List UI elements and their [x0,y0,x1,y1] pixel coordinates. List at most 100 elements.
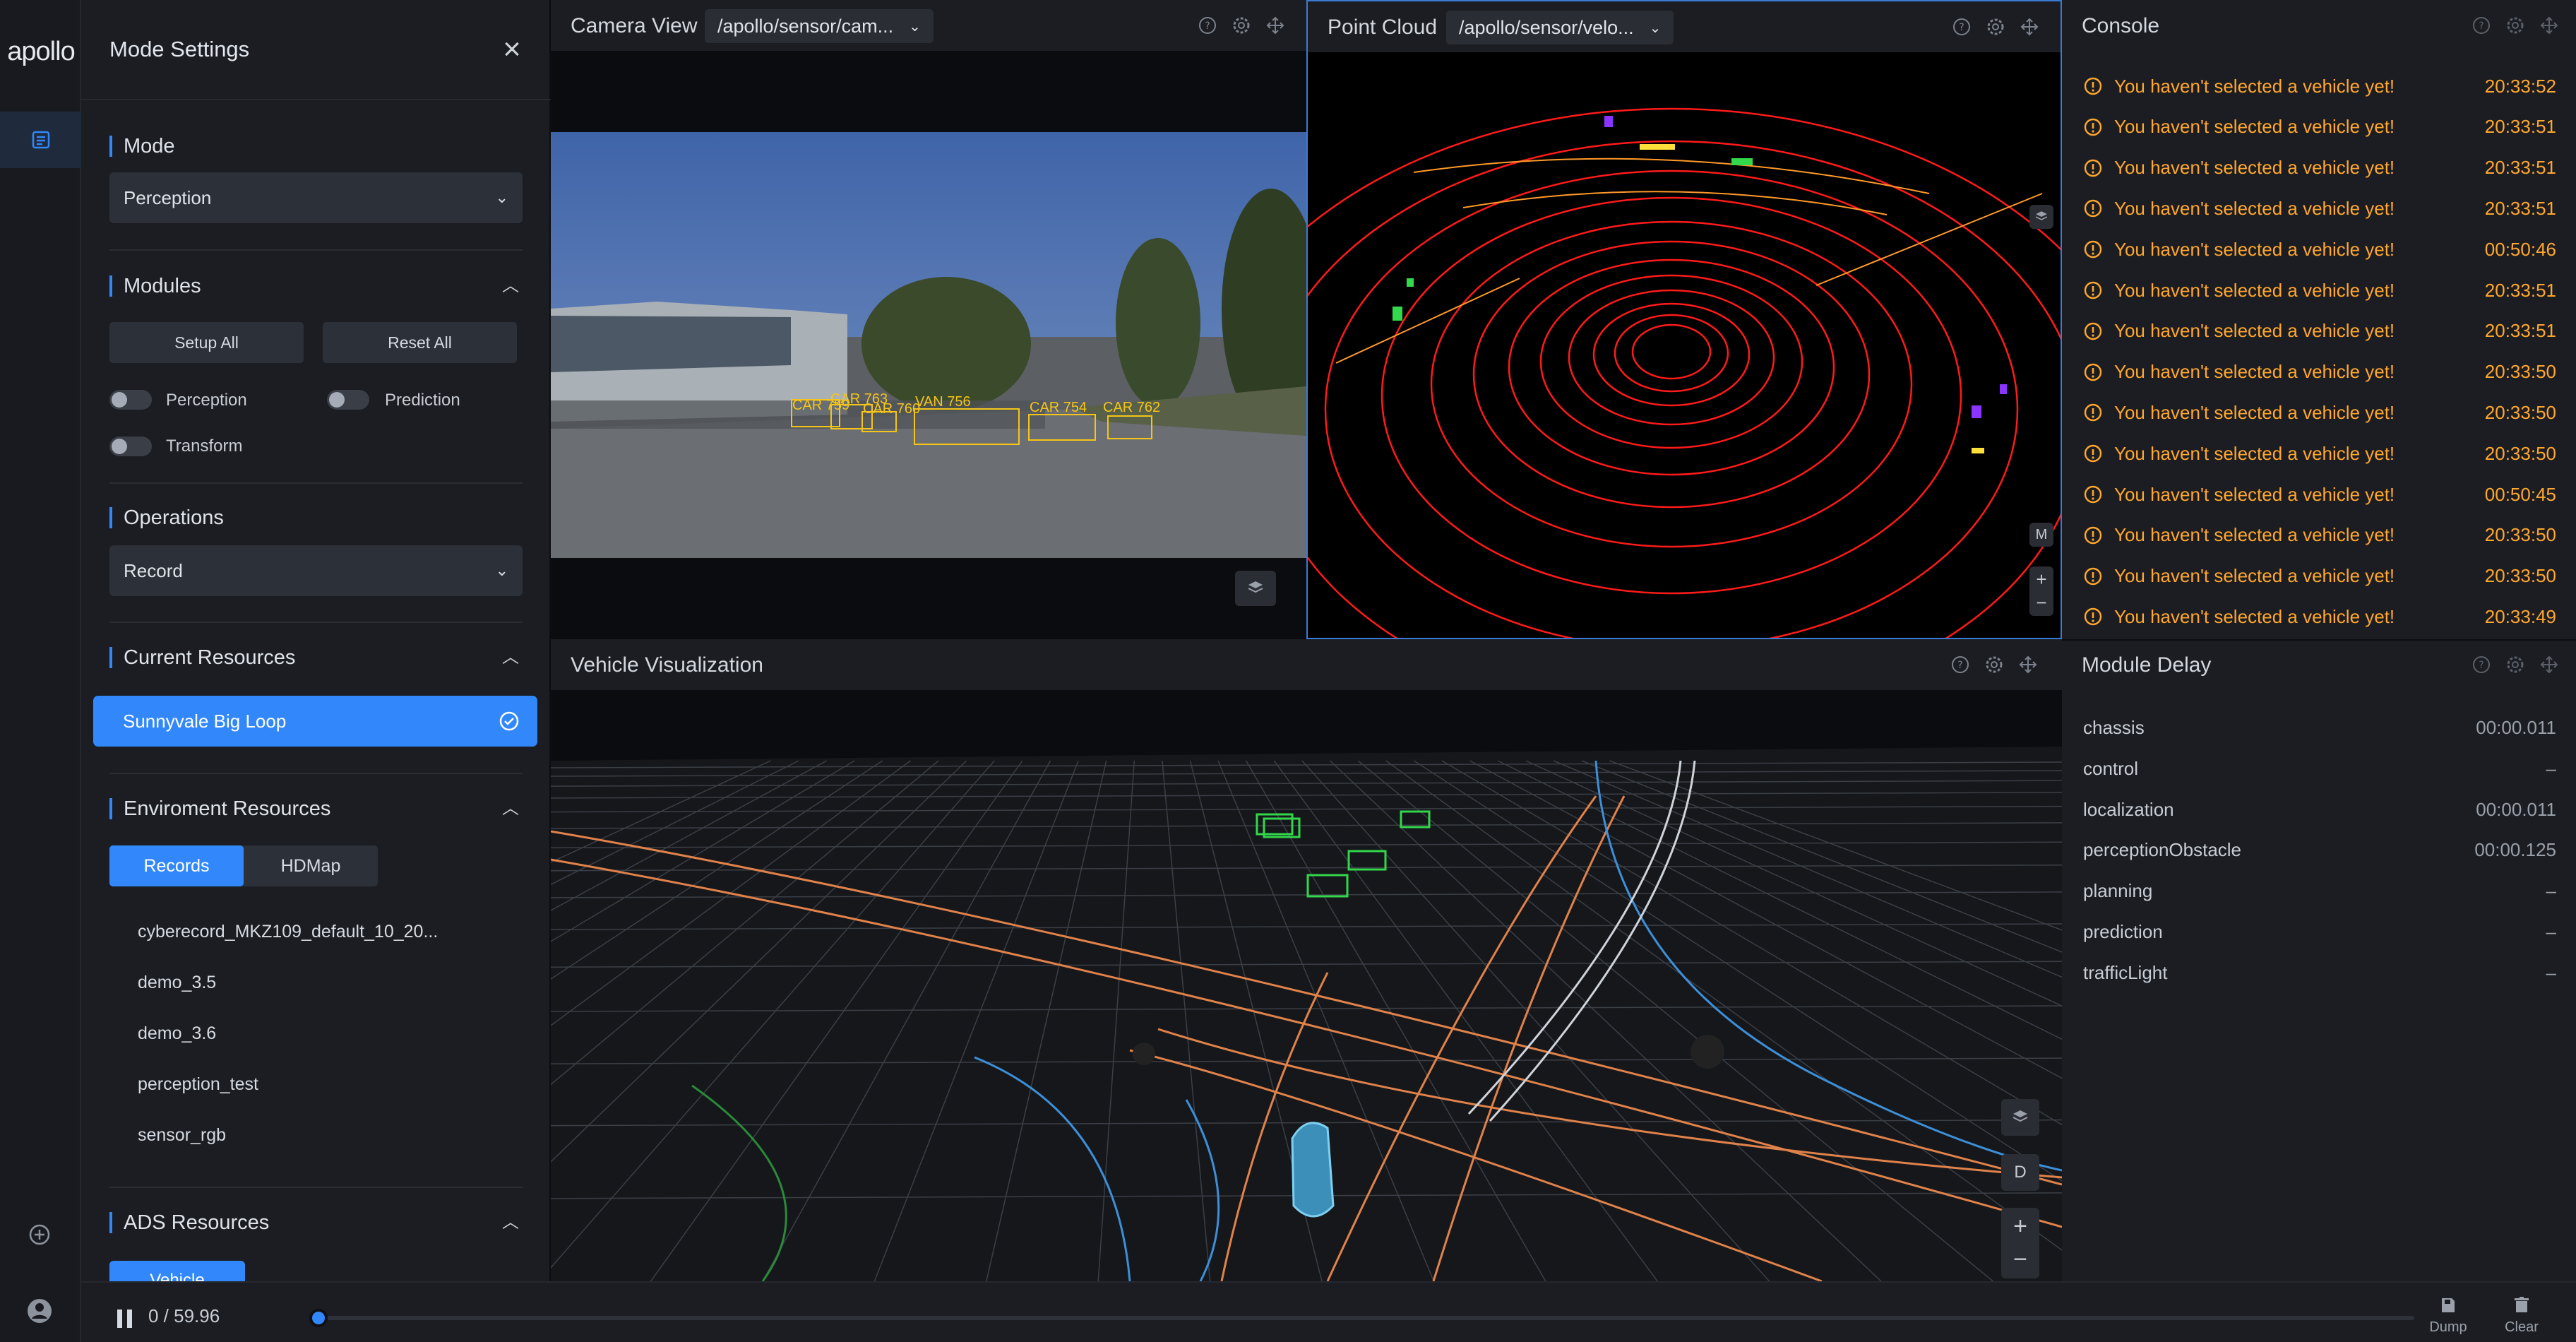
gear-icon[interactable] [1986,17,2005,37]
drag-icon[interactable] [2539,655,2559,675]
record-item[interactable]: demo_3.5 [138,973,216,993]
svg-text:?: ? [1959,22,1964,33]
detection-label: CAR 754 [1030,400,1087,415]
record-item[interactable]: sensor_rgb [138,1125,226,1146]
pause-icon[interactable] [115,1308,135,1329]
module-name: planning [2083,880,2153,902]
transform-toggle-label: Transform [166,437,243,456]
vehicle-viz-header-icons: ? [1950,655,2038,675]
trash-icon [2515,1297,2529,1312]
camera-view-header: Camera View /apollo/sensor/cam... ⌄ ? [551,0,1306,51]
help-icon[interactable]: ? [1950,655,1970,675]
detection-box [1107,415,1152,439]
log-message: You haven't selected a vehicle yet! [2114,197,2395,219]
help-icon[interactable]: ? [1198,16,1217,35]
console-log-row: You haven't selected a vehicle yet! 20:33… [2083,72,2556,100]
help-icon[interactable]: ? [2471,16,2491,35]
log-timestamp: 20:33:49 [2484,605,2556,627]
warning-icon [2084,159,2102,177]
log-timestamp: 20:33:51 [2484,197,2556,219]
module-delay-value: 00:00.011 [2476,798,2556,820]
camera-header-icons: ? [1198,16,1285,35]
gear-icon[interactable] [1984,655,2004,675]
record-item[interactable]: perception_test [138,1074,258,1095]
record-item[interactable]: cyberecord_MKZ109_default_10_20... [138,922,438,942]
perception-toggle[interactable] [109,390,152,410]
point-cloud-header: Point Cloud /apollo/sensor/velo... ⌄ ? [1308,1,2061,52]
transform-toggle[interactable] [109,437,152,456]
svg-text:?: ? [2479,20,2483,32]
tab-hdmap[interactable]: HDMap [244,845,378,886]
layer-icon[interactable] [1235,571,1276,606]
gear-icon[interactable] [1232,16,1251,35]
warning-icon [2084,567,2102,585]
drag-icon[interactable] [2018,655,2038,675]
drag-icon[interactable] [2539,16,2559,35]
divider [109,1187,523,1188]
module-delay-value: – [2546,757,2556,779]
gear-icon[interactable] [2505,16,2525,35]
help-icon[interactable]: ? [1952,17,1972,37]
log-message: You haven't selected a vehicle yet! [2114,116,2395,138]
drag-icon[interactable] [2020,17,2039,37]
add-panel-icon[interactable] [24,1219,55,1250]
progress-slider[interactable] [317,1316,2414,1320]
module-delay-row: chassis 00:00.011 [2083,717,2556,739]
mode-section-title: Mode [109,136,175,157]
log-timestamp: 20:33:51 [2484,157,2556,179]
module-name: perceptionObstacle [2083,839,2242,861]
warning-icon [2084,200,2102,218]
console-log-row: You haven't selected a vehicle yet! 00:50… [2083,235,2556,263]
camera-view-title: Camera View [571,14,698,37]
clear-button[interactable]: Clear [2500,1295,2543,1336]
chevron-down-icon: ⌄ [1649,20,1662,36]
help-icon[interactable]: ? [2471,655,2491,675]
user-avatar-icon[interactable] [23,1294,56,1328]
app-root: apollo Mode Settings × Mode Perception ⌄… [0,0,2576,1342]
warning-icon [2084,363,2102,381]
chevron-up-icon[interactable]: ︿ [498,645,523,670]
dump-button[interactable]: Dump [2427,1295,2469,1336]
nav-item-mode-settings[interactable] [0,112,81,168]
log-message: You haven't selected a vehicle yet! [2114,401,2395,423]
setup-all-button[interactable]: Setup All [109,322,304,363]
progress-handle[interactable] [309,1309,328,1327]
console-panel: Console ? You haven't selected a vehicle… [2062,0,2576,639]
chevron-up-icon[interactable]: ︿ [498,273,523,299]
module-delay-row: trafficLight – [2083,962,2556,984]
zoom-in-button[interactable]: + [2036,569,2046,590]
point-cloud-panel: Point Cloud /apollo/sensor/velo... ⌄ ? M… [1306,0,2062,639]
record-item[interactable]: demo_3.6 [138,1023,216,1044]
warning-icon [2084,444,2102,463]
prediction-toggle[interactable] [327,390,369,410]
chevron-up-icon[interactable]: ︿ [498,796,523,821]
layer-icon[interactable] [2001,1099,2039,1136]
reset-all-button[interactable]: Reset All [323,322,517,363]
camera-topic-select[interactable]: /apollo/sensor/cam... ⌄ [705,9,934,43]
close-icon[interactable]: × [496,34,527,65]
operations-select[interactable]: Record ⌄ [109,545,523,596]
mode-settings-panel: Mode Settings × Mode Perception ⌄ Module… [81,0,551,1289]
current-resource-item[interactable]: Sunnyvale Big Loop [93,696,537,747]
view-mode-button[interactable]: D [2001,1154,2039,1191]
map-mode-button[interactable]: M [2029,523,2053,547]
drag-icon[interactable] [1265,16,1285,35]
point-cloud-topic-select[interactable]: /apollo/sensor/velo... ⌄ [1446,11,1674,44]
nav-rail: apollo [0,0,81,1342]
tab-records[interactable]: Records [109,845,244,886]
divider [2062,639,2576,641]
chevron-up-icon[interactable]: ︿ [498,1210,523,1235]
divider [109,249,523,251]
zoom-in-button[interactable]: + [2013,1213,2027,1240]
log-message: You haven't selected a vehicle yet! [2114,605,2395,627]
module-name: localization [2083,798,2174,820]
module-delay-row: localization 00:00.011 [2083,799,2556,821]
zoom-out-button[interactable]: − [2013,1246,2027,1273]
clear-label: Clear [2505,1319,2539,1335]
layer-icon[interactable] [2029,205,2053,229]
module-delay-value: – [2546,961,2556,983]
prediction-toggle-label: Prediction [385,391,460,410]
zoom-out-button[interactable]: − [2036,592,2046,614]
mode-select[interactable]: Perception ⌄ [109,172,523,223]
gear-icon[interactable] [2505,655,2525,675]
